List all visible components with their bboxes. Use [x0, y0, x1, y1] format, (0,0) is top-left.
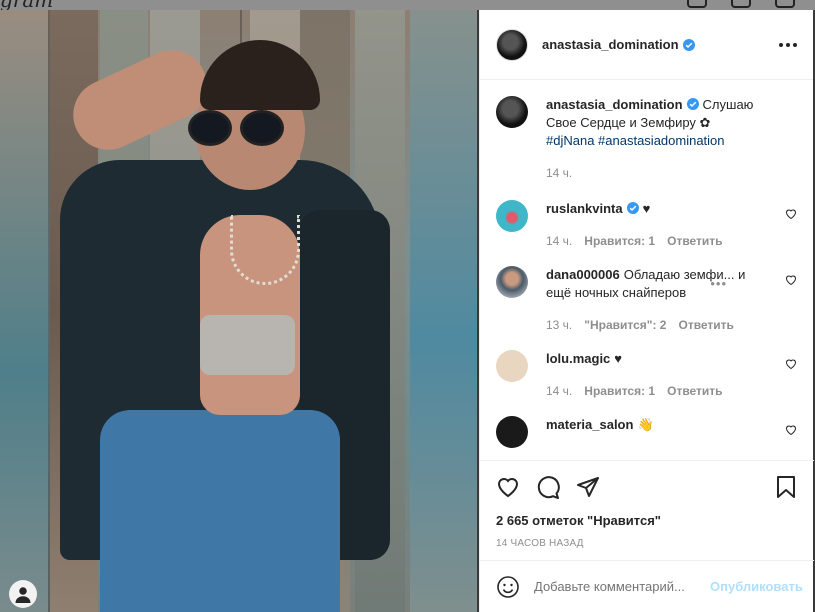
like-comment-heart-icon[interactable] — [785, 208, 797, 220]
avatar[interactable] — [496, 28, 528, 61]
wood-plank — [410, 10, 477, 612]
like-comment-heart-icon[interactable] — [785, 358, 797, 370]
caption-time[interactable]: 14 ч. — [546, 164, 572, 182]
post-timestamp[interactable]: 14 ЧАСОВ НАЗАД — [496, 538, 798, 549]
comment-text: ♥ — [642, 201, 651, 216]
comment-username[interactable]: dana000006 — [546, 267, 620, 282]
add-comment-bar: Опубликовать — [480, 560, 814, 612]
post-sidebar: anastasia_domination anastasia_dominatio… — [479, 10, 814, 612]
reply-button[interactable]: Ответить — [667, 232, 722, 250]
caption-hashtags[interactable]: #djNana #anastasiadomination — [546, 133, 725, 148]
comment-input[interactable] — [534, 579, 710, 594]
reply-button[interactable]: Ответить — [678, 316, 733, 334]
avatar[interactable] — [496, 416, 528, 448]
tagged-user-button[interactable] — [9, 580, 37, 608]
heart-icon[interactable] — [496, 475, 520, 499]
comment-time[interactable]: 14 ч. — [546, 232, 572, 250]
direct-icon[interactable] — [731, 0, 751, 8]
caption-meta: 14 ч. — [546, 164, 769, 182]
comment-text: 👋 — [637, 417, 654, 432]
comment-icon[interactable] — [536, 475, 560, 499]
post-header: anastasia_domination — [480, 10, 813, 80]
top-nav-icons — [687, 0, 795, 8]
wood-plank — [0, 10, 48, 612]
user-icon — [15, 587, 31, 603]
verified-badge-icon — [682, 38, 695, 51]
comment-likes[interactable]: Нравится: 1 — [584, 232, 655, 250]
author-username[interactable]: anastasia_domination — [542, 37, 679, 52]
comment-item: lolu.magic ♥ 14 ч. Нравится: 1 Ответить — [496, 350, 797, 400]
comment-item: ruslankvinta ♥ 14 ч. Нравится: 1 Ответить — [496, 200, 797, 250]
caption: anastasia_domination Слушаю Свое Сердце и… — [496, 96, 797, 182]
like-comment-heart-icon[interactable] — [785, 274, 797, 286]
top-nav-strip: gram — [0, 0, 815, 12]
comment-item: dana000006 Обладаю земфи... и ещё ночных … — [496, 266, 797, 334]
comment-username[interactable]: materia_salon — [546, 417, 633, 432]
post-photo[interactable] — [0, 10, 477, 612]
comment-time[interactable]: 14 ч. — [546, 382, 572, 400]
verified-badge-icon — [686, 98, 699, 110]
post-actions: 2 665 отметок "Нравится" 14 ЧАСОВ НАЗАД — [480, 460, 814, 549]
avatar[interactable] — [496, 96, 528, 128]
avatar[interactable] — [496, 200, 528, 232]
like-comment-heart-icon[interactable] — [785, 424, 797, 436]
comment-meta: 14 ч. Нравится: 1 Ответить — [546, 232, 769, 250]
publish-button[interactable]: Опубликовать — [710, 579, 803, 594]
likes-count[interactable]: 2 665 отметок "Нравится" — [496, 513, 798, 528]
comment-likes[interactable]: "Нравится": 2 — [584, 316, 666, 334]
comment-username[interactable]: lolu.magic — [546, 351, 610, 366]
comment-username[interactable]: ruslankvinta — [546, 201, 623, 216]
caption-username[interactable]: anastasia_domination — [546, 97, 683, 112]
avatar[interactable] — [496, 266, 528, 298]
comment-time[interactable]: 13 ч. — [546, 316, 572, 334]
share-icon[interactable] — [576, 475, 600, 499]
explore-icon[interactable] — [775, 0, 795, 8]
comment-item: materia_salon 👋 — [496, 416, 797, 448]
verified-badge-icon — [626, 202, 639, 214]
comment-meta: 13 ч. "Нравится": 2 Ответить — [546, 316, 769, 334]
photo-top — [200, 315, 295, 375]
comment-meta: 14 ч. Нравится: 1 Ответить — [546, 382, 769, 400]
home-icon[interactable] — [687, 0, 707, 8]
reply-button[interactable]: Ответить — [667, 382, 722, 400]
photo-jeans — [100, 410, 340, 612]
emoji-icon[interactable] — [496, 575, 520, 599]
comment-likes[interactable]: Нравится: 1 — [584, 382, 655, 400]
comment-options-button[interactable]: ••• — [710, 276, 727, 291]
avatar[interactable] — [496, 350, 528, 382]
comment-text: ♥ — [614, 351, 623, 366]
more-options-button[interactable] — [779, 42, 797, 47]
bookmark-icon[interactable] — [774, 475, 798, 499]
photo-sunglasses — [188, 110, 288, 146]
action-icons — [496, 471, 798, 503]
photo-necklace — [230, 215, 300, 285]
comments-list[interactable]: anastasia_domination Слушаю Свое Сердце и… — [480, 80, 813, 460]
